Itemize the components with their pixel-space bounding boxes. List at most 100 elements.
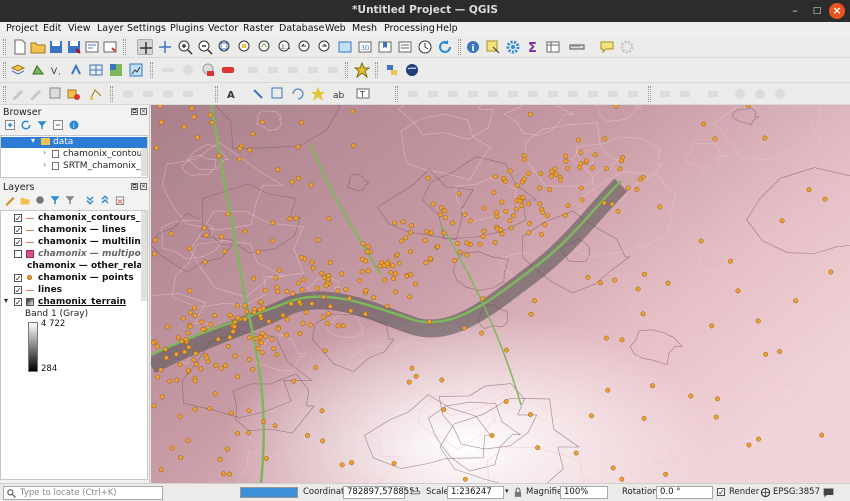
adv-digitize-3-icon[interactable]: [445, 86, 461, 102]
layer-chamonix-points[interactable]: ✓ chamonix — points: [1, 273, 147, 284]
filter-by-expression-icon[interactable]: [64, 194, 76, 206]
layout-manager-icon[interactable]: [102, 39, 118, 55]
undock-icon[interactable]: ⧉: [131, 108, 138, 115]
render-checkbox[interactable]: ✓: [717, 488, 725, 497]
maximize-icon[interactable]: □: [809, 3, 825, 19]
toolbar-grip[interactable]: [110, 86, 113, 102]
crs-label[interactable]: EPSG:3857: [773, 487, 820, 497]
coordinate-field[interactable]: 782897,5788551: [343, 486, 420, 499]
browser-item-data[interactable]: ▾ data: [1, 137, 147, 148]
adv-digitize-2-icon[interactable]: [425, 86, 441, 102]
scale-lock-icon[interactable]: [410, 487, 421, 498]
add-mesh-icon[interactable]: [88, 62, 104, 78]
adv-digitize-7-icon[interactable]: [525, 86, 541, 102]
adv-digitize-9-icon[interactable]: [565, 86, 581, 102]
zoom-native-icon[interactable]: 1:1: [277, 39, 293, 55]
zoom-in-icon[interactable]: [177, 39, 193, 55]
style-layer-icon[interactable]: [4, 194, 16, 206]
edit-tool-3-icon[interactable]: [160, 86, 176, 102]
menu-vector[interactable]: Vector: [208, 23, 238, 34]
temporal-controller-icon[interactable]: [417, 39, 433, 55]
toggle-editing-icon[interactable]: [28, 86, 44, 102]
menu-layer[interactable]: Layer: [97, 23, 124, 34]
browser-item-contour[interactable]: › chamonix_contour: [1, 149, 147, 160]
toolbar-grip[interactable]: [458, 39, 461, 55]
collapse-all-layers-icon[interactable]: [99, 194, 111, 206]
dimmed-gear-icon[interactable]: [619, 39, 635, 55]
layer-tool-1-icon[interactable]: [245, 62, 261, 78]
shape-tool-3-icon[interactable]: [705, 86, 721, 102]
shape-tool-5-icon[interactable]: [752, 86, 768, 102]
crs-globe-icon[interactable]: [760, 487, 771, 498]
menu-help[interactable]: Help: [436, 23, 458, 34]
layer-tool-3-icon[interactable]: [285, 62, 301, 78]
close-panel-icon[interactable]: ×: [140, 108, 147, 115]
toolbar-grip[interactable]: [3, 86, 6, 102]
adv-digitize-10-icon[interactable]: [585, 86, 601, 102]
layer-chamonix-multilinestrings[interactable]: ✓ chamonix — multilinestrin: [1, 237, 147, 248]
rotation-spinbox[interactable]: 0.0 °: [656, 486, 713, 499]
layer-chamonix-multipolygons[interactable]: chamonix — multipolygon: [1, 249, 147, 260]
edit-tool-2-icon[interactable]: [140, 86, 156, 102]
menu-mesh[interactable]: Mesh: [352, 23, 377, 34]
layer-visibility-checkbox[interactable]: ✓: [14, 226, 22, 235]
add-feature-icon[interactable]: [66, 86, 82, 102]
pan-map-icon[interactable]: [137, 39, 153, 55]
add-delimited-text-icon[interactable]: V,: [50, 62, 66, 78]
lock-icon[interactable]: [513, 487, 523, 498]
new-print-layout-icon[interactable]: [84, 39, 100, 55]
layer-visibility-checkbox[interactable]: ✓: [14, 214, 22, 223]
browser-scrollbar[interactable]: [141, 148, 147, 176]
new-project-icon[interactable]: [12, 39, 28, 55]
toolbar-grip[interactable]: [395, 86, 398, 102]
manage-map-themes-icon[interactable]: [34, 194, 46, 206]
shape-tool-2-icon[interactable]: [677, 86, 693, 102]
minimize-icon[interactable]: –: [787, 3, 803, 19]
scale-combobox[interactable]: 1:236247: [447, 486, 504, 499]
identify-features-icon[interactable]: i: [465, 39, 481, 55]
menu-view[interactable]: View: [68, 23, 91, 34]
plugin-star-icon[interactable]: [354, 62, 370, 78]
map-tips-icon[interactable]: [599, 39, 615, 55]
layer-chamonix-lines[interactable]: ✓ chamonix — lines: [1, 225, 147, 236]
new-3d-view-icon[interactable]: 3D: [357, 39, 373, 55]
zoom-full-icon[interactable]: [217, 39, 233, 55]
close-icon[interactable]: ×: [829, 3, 845, 19]
python-console-icon[interactable]: [384, 62, 400, 78]
close-panel-icon[interactable]: ×: [140, 183, 147, 190]
label-tool-icon[interactable]: A: [225, 86, 241, 102]
menu-plugins[interactable]: Plugins: [170, 23, 204, 34]
add-virtual-layer-icon[interactable]: [200, 62, 216, 78]
toolbar-grip[interactable]: [150, 62, 153, 78]
menu-project[interactable]: Project: [6, 23, 39, 34]
add-layers-icon[interactable]: [4, 119, 16, 131]
rotate-label-icon[interactable]: [290, 86, 306, 102]
add-group-icon[interactable]: [19, 194, 31, 206]
add-wcs-icon[interactable]: [220, 62, 236, 78]
layer-chamonix-other-relations[interactable]: chamonix — other_relations: [1, 261, 147, 272]
expand-all-icon[interactable]: [84, 194, 96, 206]
new-map-view-icon[interactable]: [337, 39, 353, 55]
layer-visibility-checkbox[interactable]: ✓: [14, 286, 22, 295]
toolbar-grip[interactable]: [345, 62, 348, 78]
layer-visibility-checkbox[interactable]: [14, 250, 22, 258]
data-source-manager-icon[interactable]: [10, 62, 26, 78]
layers-scrollbar[interactable]: [141, 211, 147, 301]
pan-to-selection-icon[interactable]: [157, 39, 173, 55]
save-project-icon[interactable]: [48, 39, 64, 55]
settings-gear-icon[interactable]: [505, 39, 521, 55]
adv-digitize-4-icon[interactable]: [465, 86, 481, 102]
add-vector-layer-icon[interactable]: [30, 62, 46, 78]
vertex-tool-icon[interactable]: [88, 86, 104, 102]
zoom-layer-icon[interactable]: [257, 39, 273, 55]
remove-layer-icon[interactable]: [114, 194, 126, 206]
toolbar-grip[interactable]: [3, 62, 6, 78]
globe-icon[interactable]: [404, 62, 420, 78]
map-canvas[interactable]: [151, 105, 850, 483]
save-edits-icon[interactable]: [48, 86, 64, 102]
shape-tool-1-icon[interactable]: [657, 86, 673, 102]
add-raster-icon[interactable]: [108, 62, 124, 78]
refresh-icon[interactable]: [437, 39, 453, 55]
adv-digitize-11-icon[interactable]: [605, 86, 621, 102]
undock-icon[interactable]: ⧉: [131, 183, 138, 190]
